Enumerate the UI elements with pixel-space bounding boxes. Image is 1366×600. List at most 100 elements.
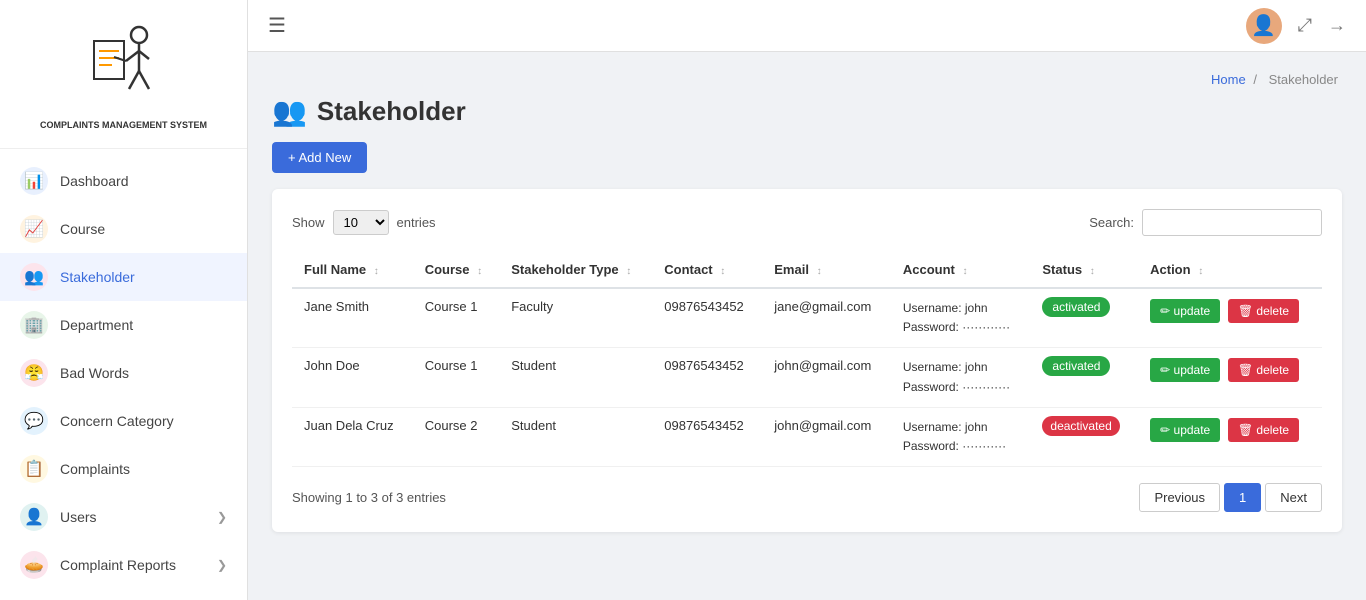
page-title: Stakeholder [317, 96, 466, 127]
page-header: 👥 Stakeholder [272, 95, 1342, 128]
cell-fullname: Jane Smith [292, 288, 413, 348]
sidebar-item-users[interactable]: 👤 Users ❯ [0, 493, 247, 541]
sort-icon: ↕ [477, 266, 482, 277]
show-entries: Show 102550100 entries [292, 210, 436, 235]
th-course[interactable]: Course ↕ [413, 252, 500, 288]
sort-icon: ↕ [962, 266, 967, 277]
sidebar-item-department[interactable]: 🏢 Department [0, 301, 247, 349]
status-badge: activated [1042, 297, 1110, 317]
sidebar-item-badwords[interactable]: 😤 Bad Words [0, 349, 247, 397]
cell-action: ✏ update 🗑 delete [1138, 288, 1322, 348]
footer-info: Showing 1 to 3 of 3 entries [292, 490, 446, 505]
entries-select[interactable]: 102550100 [333, 210, 389, 235]
cell-email: john@gmail.com [762, 348, 891, 407]
cell-fullname: John Doe [292, 348, 413, 407]
nav-icon-complaints: 📋 [20, 455, 48, 483]
sidebar-item-reports[interactable]: 🥧 Complaint Reports ❯ [0, 541, 247, 589]
account-password: Password: ············ [903, 378, 1019, 397]
entries-label: entries [397, 215, 436, 230]
fullscreen-icon[interactable]: ⤢ [1298, 15, 1312, 36]
logo-image [74, 16, 174, 116]
next-button[interactable]: Next [1265, 483, 1322, 512]
nav-icon-stakeholder: 👥 [20, 263, 48, 291]
sort-icon: ↕ [374, 266, 379, 277]
update-button[interactable]: ✏ update [1150, 358, 1220, 382]
page-content: Home / Stakeholder 👥 Stakeholder + Add N… [248, 52, 1366, 600]
table-row: Jane Smith Course 1 Faculty 09876543452 … [292, 288, 1322, 348]
nav-icon-department: 🏢 [20, 311, 48, 339]
page-title-icon: 👥 [272, 95, 307, 128]
table-row: Juan Dela Cruz Course 2 Student 09876543… [292, 407, 1322, 466]
prev-button[interactable]: Previous [1139, 483, 1220, 512]
sort-icon: ↕ [626, 266, 631, 277]
th-contact[interactable]: Contact ↕ [652, 252, 762, 288]
sidebar-logo: COMPLAINTS MANAGEMENT SYSTEM [0, 0, 247, 149]
show-label: Show [292, 215, 325, 230]
page-1-button[interactable]: 1 [1224, 483, 1261, 512]
sort-icon: ↕ [720, 266, 725, 277]
nav-label-concern: Concern Category [60, 413, 227, 429]
sidebar-item-complaints[interactable]: 📋 Complaints [0, 445, 247, 493]
nav-icon-dashboard: 📊 [20, 167, 48, 195]
nav-label-badwords: Bad Words [60, 365, 227, 381]
cell-account: Username: john Password: ··········· [891, 407, 1031, 466]
sidebar-item-course[interactable]: 📈 Course [0, 205, 247, 253]
sort-icon: ↕ [1198, 266, 1203, 277]
cell-action: ✏ update 🗑 delete [1138, 407, 1322, 466]
sidebar-item-dashboard[interactable]: 📊 Dashboard [0, 157, 247, 205]
search-input[interactable] [1142, 209, 1322, 236]
delete-button[interactable]: 🗑 delete [1228, 358, 1299, 382]
cell-account: Username: john Password: ············ [891, 288, 1031, 348]
nav-icon-course: 📈 [20, 215, 48, 243]
account-password: Password: ············ [903, 318, 1019, 337]
add-new-button[interactable]: + Add New [272, 142, 367, 173]
account-username: Username: john [903, 358, 1019, 377]
cell-type: Student [499, 348, 652, 407]
cell-course: Course 1 [413, 288, 500, 348]
topbar-right: 👤 ⤢ → [1246, 8, 1346, 44]
sidebar: COMPLAINTS MANAGEMENT SYSTEM 📊 Dashboard… [0, 0, 248, 600]
nav-arrow-reports: ❯ [217, 558, 227, 572]
cell-fullname: Juan Dela Cruz [292, 407, 413, 466]
th-email[interactable]: Email ↕ [762, 252, 891, 288]
sidebar-item-stakeholder[interactable]: 👥 Stakeholder [0, 253, 247, 301]
th-stakeholder-type[interactable]: Stakeholder Type ↕ [499, 252, 652, 288]
pagination: Previous 1 Next [1139, 483, 1322, 512]
topbar: ☰ 👤 ⤢ → [248, 0, 1366, 52]
table-row: John Doe Course 1 Student 09876543452 jo… [292, 348, 1322, 407]
cell-status: activated [1030, 348, 1138, 407]
topbar-left: ☰ [268, 13, 286, 38]
logout-icon[interactable]: → [1328, 15, 1346, 36]
nav-icon-badwords: 😤 [20, 359, 48, 387]
breadcrumb-home[interactable]: Home [1211, 72, 1246, 87]
avatar: 👤 [1246, 8, 1282, 44]
delete-button[interactable]: 🗑 delete [1228, 418, 1299, 442]
sort-icon: ↕ [817, 266, 822, 277]
update-button[interactable]: ✏ update [1150, 299, 1220, 323]
nav-label-dashboard: Dashboard [60, 173, 227, 189]
nav-label-users: Users [60, 509, 217, 525]
th-status[interactable]: Status ↕ [1030, 252, 1138, 288]
cell-status: activated [1030, 288, 1138, 348]
update-button[interactable]: ✏ update [1150, 418, 1220, 442]
account-username: Username: john [903, 418, 1019, 437]
cell-contact: 09876543452 [652, 407, 762, 466]
nav-icon-reports: 🥧 [20, 551, 48, 579]
hamburger-icon[interactable]: ☰ [268, 13, 286, 38]
cell-action: ✏ update 🗑 delete [1138, 348, 1322, 407]
delete-button[interactable]: 🗑 delete [1228, 299, 1299, 323]
cell-status: deactivated [1030, 407, 1138, 466]
nav-label-complaints: Complaints [60, 461, 227, 477]
nav-icon-users: 👤 [20, 503, 48, 531]
sidebar-item-concern[interactable]: 💬 Concern Category [0, 397, 247, 445]
th-action[interactable]: Action ↕ [1138, 252, 1322, 288]
nav-label-department: Department [60, 317, 227, 333]
table-header: Full Name ↕Course ↕Stakeholder Type ↕Con… [292, 252, 1322, 288]
nav-label-course: Course [60, 221, 227, 237]
th-full-name[interactable]: Full Name ↕ [292, 252, 413, 288]
table-controls: Show 102550100 entries Search: [292, 209, 1322, 236]
status-badge: deactivated [1042, 416, 1119, 436]
cell-email: jane@gmail.com [762, 288, 891, 348]
cell-account: Username: john Password: ············ [891, 348, 1031, 407]
th-account[interactable]: Account ↕ [891, 252, 1031, 288]
